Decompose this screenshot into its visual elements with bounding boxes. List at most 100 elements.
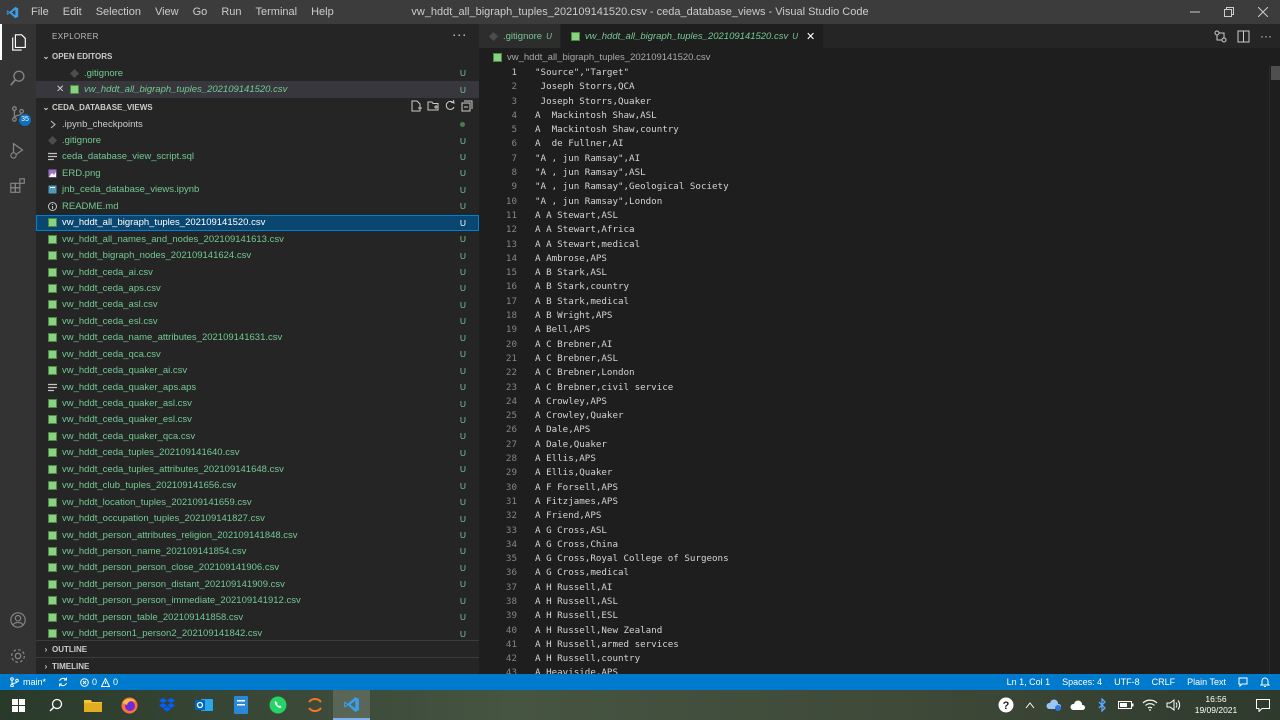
tree-file-item[interactable]: vw_hddt_ceda_tuples_attributes_202109141… [36, 461, 479, 477]
code-line[interactable]: 4 A Mackintosh Shaw,ASL [479, 109, 1269, 123]
code-line[interactable]: 10 "A , jun Ramsay",London [479, 195, 1269, 209]
taskbar-file-explorer[interactable] [74, 690, 111, 720]
tree-file-item[interactable]: vw_hddt_all_names_and_nodes_202109141613… [36, 231, 479, 247]
code-line[interactable]: 5 A Mackintosh Shaw,country [479, 123, 1269, 137]
tree-file-item[interactable]: vw_hddt_ceda_quaker_esl.csv U [36, 412, 479, 428]
tree-file-item[interactable]: vw_hddt_person_table_202109141858.csv U [36, 609, 479, 625]
code-line[interactable]: 32 A Friend,APS [479, 509, 1269, 523]
show-hidden-icons-button[interactable] [1018, 690, 1042, 720]
code-line[interactable]: 30 A F Forsell,APS [479, 481, 1269, 495]
taskbar-dropbox[interactable] [148, 690, 185, 720]
code-line[interactable]: 16 A B Stark,country [479, 280, 1269, 294]
menu-help[interactable]: Help [304, 0, 341, 24]
code-line[interactable]: 41 A H Russell,armed services [479, 638, 1269, 652]
breadcrumb[interactable]: vw_hddt_all_bigraph_tuples_202109141520.… [479, 48, 1280, 66]
taskbar-clock[interactable]: 16:56 19/09/2021 [1186, 694, 1246, 716]
menu-terminal[interactable]: Terminal [249, 0, 305, 24]
tree-file-item[interactable]: README.md U [36, 198, 479, 214]
code-line[interactable]: 33 A G Cross,ASL [479, 524, 1269, 538]
code-line[interactable]: 39 A H Russell,ESL [479, 609, 1269, 623]
bluetooth-tray[interactable] [1090, 690, 1114, 720]
code-line[interactable]: 14 A Ambrose,APS [479, 252, 1269, 266]
accounts-activity-button[interactable] [0, 602, 36, 638]
menu-selection[interactable]: Selection [89, 0, 148, 24]
code-line[interactable]: 17 A B Stark,medical [479, 295, 1269, 309]
tree-file-item[interactable]: vw_hddt_ceda_quaker_ai.csv U [36, 362, 479, 378]
code-line[interactable]: 42 A H Russell,country [479, 652, 1269, 666]
code-line[interactable]: 36 A G Cross,medical [479, 566, 1269, 580]
taskbar-outlook[interactable] [185, 690, 222, 720]
code-line[interactable]: 31 A Fitzjames,APS [479, 495, 1269, 509]
tree-file-item[interactable]: vw_hddt_ceda_qca.csv U [36, 346, 479, 362]
tree-file-item[interactable]: vw_hddt_ceda_tuples_202109141640.csv U [36, 445, 479, 461]
minimize-button[interactable] [1178, 0, 1212, 24]
tree-file-item[interactable]: jnb_ceda_database_views.ipynb U [36, 182, 479, 198]
wifi-tray[interactable] [1138, 690, 1162, 720]
close-editor-icon[interactable]: ✕ [56, 84, 70, 95]
run-debug-activity-button[interactable] [0, 132, 36, 168]
code-line[interactable]: 24 A Crowley,APS [479, 395, 1269, 409]
code-line[interactable]: 11 A A Stewart,ASL [479, 209, 1269, 223]
tab-gitignore[interactable]: .gitignore U [479, 24, 561, 48]
taskbar-whatsapp[interactable] [259, 690, 296, 720]
tree-file-item[interactable]: vw_hddt_all_bigraph_tuples_202109141520.… [36, 214, 479, 231]
open-editor-item[interactable]: ✕ vw_hddt_all_bigraph_tuples_20210914152… [36, 81, 479, 98]
code-line[interactable]: 18 A B Wright,APS [479, 309, 1269, 323]
taskbar-vscode[interactable] [333, 690, 370, 720]
timeline-section-header[interactable]: › TIMELINE [36, 657, 479, 674]
menu-file[interactable]: File [24, 0, 56, 24]
open-editor-item[interactable]: .gitignore U [36, 65, 479, 81]
menu-edit[interactable]: Edit [56, 0, 89, 24]
code-line[interactable]: 7 "A , jun Ramsay",AI [479, 152, 1269, 166]
indentation[interactable]: Spaces: 4 [1056, 674, 1108, 690]
open-editors-section-header[interactable]: ⌄ OPEN EDITORS [36, 48, 479, 65]
split-editor-icon[interactable] [1237, 30, 1250, 43]
code-line[interactable]: 2 Joseph Storrs,QCA [479, 80, 1269, 94]
code-line[interactable]: 29 A Ellis,Quaker [479, 466, 1269, 480]
code-line[interactable]: 12 A A Stewart,Africa [479, 223, 1269, 237]
code-line[interactable]: 27 A Dale,Quaker [479, 438, 1269, 452]
collapse-all-icon[interactable] [461, 100, 473, 112]
tree-file-item[interactable]: vw_hddt_person_person_distant_2021091419… [36, 576, 479, 592]
cursor-position[interactable]: Ln 1, Col 1 [1001, 674, 1057, 690]
close-window-button[interactable] [1246, 0, 1280, 24]
sync-button[interactable] [52, 674, 74, 690]
search-activity-button[interactable] [0, 60, 36, 96]
taskbar-jupyter[interactable] [296, 690, 333, 720]
code-line[interactable]: 9 "A , jun Ramsay",Geological Society [479, 180, 1269, 194]
code-line[interactable]: 1 "Source","Target" [479, 66, 1269, 80]
code-line[interactable]: 25 A Crowley,Quaker [479, 409, 1269, 423]
taskbar-search-button[interactable] [37, 690, 74, 720]
code-line[interactable]: 26 A Dale,APS [479, 423, 1269, 437]
battery-tray[interactable] [1114, 690, 1138, 720]
tree-file-item[interactable]: ERD.png U [36, 165, 479, 181]
code-line[interactable]: 40 A H Russell,New Zealand [479, 624, 1269, 638]
code-line[interactable]: 20 A C Brebner,AI [479, 338, 1269, 352]
tree-file-item[interactable]: vw_hddt_occupation_tuples_202109141827.c… [36, 510, 479, 526]
end-of-line[interactable]: CRLF [1146, 674, 1182, 690]
restore-button[interactable] [1212, 0, 1246, 24]
scrollbar-thumb[interactable] [1271, 66, 1280, 80]
tree-folder-item[interactable]: .ipynb_checkpoints [36, 116, 479, 132]
code-line[interactable]: 21 A C Brebner,ASL [479, 352, 1269, 366]
tree-file-item[interactable]: vw_hddt_person_person_immediate_20210914… [36, 593, 479, 609]
onedrive-business-tray[interactable] [1042, 690, 1066, 720]
code-line[interactable]: 35 A G Cross,Royal College of Surgeons [479, 552, 1269, 566]
menu-go[interactable]: Go [186, 0, 215, 24]
action-center-button[interactable] [1246, 690, 1280, 720]
menu-view[interactable]: View [148, 0, 186, 24]
close-tab-icon[interactable]: ✕ [806, 30, 815, 43]
start-button[interactable] [0, 690, 37, 720]
outline-section-header[interactable]: › OUTLINE [36, 640, 479, 657]
code-line[interactable]: 19 A Bell,APS [479, 323, 1269, 337]
notifications-button[interactable] [1254, 674, 1276, 690]
tab-bigraph-tuples[interactable]: vw_hddt_all_bigraph_tuples_202109141520.… [560, 24, 825, 48]
code-line[interactable]: 38 A H Russell,ASL [479, 595, 1269, 609]
problems-indicator[interactable]: 0 0 [74, 674, 124, 690]
tree-file-item[interactable]: vw_hddt_club_tuples_202109141656.csv U [36, 478, 479, 494]
new-file-icon[interactable] [410, 100, 422, 112]
new-folder-icon[interactable] [427, 100, 439, 112]
tree-file-item[interactable]: ceda_database_view_script.sql U [36, 149, 479, 165]
language-mode[interactable]: Plain Text [1181, 674, 1232, 690]
tree-file-item[interactable]: vw_hddt_ceda_quaker_asl.csv U [36, 395, 479, 411]
